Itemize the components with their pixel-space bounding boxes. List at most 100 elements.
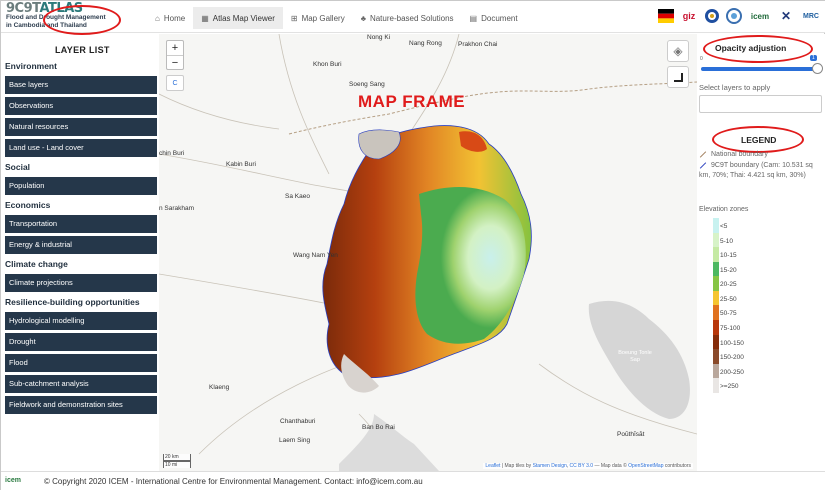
x-logo: ✕: [780, 9, 792, 23]
legend-title: LEGEND: [741, 135, 777, 145]
attribution-text: | Map tiles by: [500, 463, 533, 469]
national-boundary: [288, 81, 697, 135]
elevation-label: >=250: [720, 383, 739, 391]
layer-item-flood[interactable]: Flood: [5, 354, 157, 372]
elevation-swatch: [713, 320, 719, 335]
germany-flag-logo: [658, 9, 674, 23]
layer-item-transportation[interactable]: Transportation: [5, 215, 157, 233]
layer-item-observations[interactable]: Observations: [5, 97, 157, 115]
layers-icon[interactable]: ◈: [667, 40, 689, 62]
opacity-min-label: 0: [700, 56, 703, 62]
layer-item-base-layers[interactable]: Base layers: [5, 76, 157, 94]
elevation-label: 20-25: [720, 281, 737, 289]
legend-9c9t-boundary: 9C9T boundary (Cam: 10.531 sq km, 70%; T…: [699, 161, 823, 181]
layer-item-population[interactable]: Population: [5, 177, 157, 195]
footer-logo-text: icem: [5, 477, 21, 484]
stamen-link[interactable]: Stamen Design: [533, 463, 567, 469]
elevation-swatch: [713, 218, 719, 233]
elevation-label: 10-15: [720, 252, 737, 260]
legend-national-boundary: National boundary: [699, 150, 768, 160]
place-label: Ban Bo Rai: [362, 424, 395, 431]
elevation-swatch: [713, 276, 719, 291]
opacity-title: Opacity adjustion: [715, 43, 787, 53]
layer-item-energy-industrial[interactable]: Energy & industrial: [5, 236, 157, 254]
zoom-in-button[interactable]: +: [167, 41, 183, 55]
section-title: Social: [5, 162, 31, 172]
partner-logos: giz icem ✕ MRC: [658, 3, 822, 29]
nav-label: Nature-based Solutions: [369, 13, 454, 23]
layer-item-drought[interactable]: Drought: [5, 333, 157, 351]
layer-item-fieldwork-and-demonstration-sites[interactable]: Fieldwork and demonstration sites: [5, 396, 157, 414]
legend-label: 9C9T boundary (Cam: 10.531 sq km, 70%; T…: [699, 162, 813, 179]
annotation-ring-layer-list: [43, 5, 121, 35]
nav-label: Map Gallery: [301, 13, 345, 23]
elevation-color-bar: [713, 218, 719, 393]
layer-item-sub-catchment-analysis[interactable]: Sub-catchment analysis: [5, 375, 157, 393]
app-window: 9C9TATLAS Flood and Drought Management i…: [0, 0, 825, 491]
mrc-logo: MRC: [803, 12, 819, 20]
elevation-label: 75-100: [720, 325, 741, 333]
layer-item-hydrological-modelling[interactable]: Hydrological modelling: [5, 312, 157, 330]
elevation-labels: <5 5-10 10-15 15-20 20-25 25-50 50-75 75-100 100…: [720, 220, 744, 395]
elevation-swatch: [713, 247, 719, 262]
osm-link[interactable]: OpenStreetMap: [628, 463, 663, 469]
nav-label: Home: [163, 13, 186, 23]
elevation-swatch: [713, 334, 719, 350]
opacity-slider-track[interactable]: [701, 67, 820, 71]
circle-logo: [726, 8, 742, 24]
place-label: Poŭthĭsăt: [617, 431, 645, 438]
nav-home[interactable]: ⌂ Home: [147, 7, 193, 29]
elevation-label: <5: [720, 223, 728, 230]
place-label: Soeng Sang: [349, 81, 385, 88]
basin-elevation-lowland: [415, 187, 526, 344]
fullscreen-icon[interactable]: [667, 66, 689, 88]
map-attribution: Leaflet | Map tiles by Stamen Design, CC…: [483, 463, 693, 469]
nav-atlas-map-viewer[interactable]: ▦ Atlas Map Viewer: [193, 7, 283, 29]
elevation-label: 5-10: [720, 237, 734, 245]
scale-bar: 20 km 10 mi: [163, 454, 191, 468]
place-label: Boeung Tonle Sap: [618, 350, 652, 363]
icem-logo: icem: [750, 11, 770, 21]
footer-copyright: © Copyright 2020 ICEM - International Ce…: [44, 477, 423, 486]
attribution-text: — Map data ©: [593, 463, 629, 469]
map-small-control[interactable]: C: [166, 75, 184, 91]
section-title: Climate change: [5, 259, 68, 269]
section-title: Environment: [5, 61, 57, 71]
place-label: Nang Rong: [409, 40, 442, 47]
section-title: Resilience-building opportunities: [5, 297, 140, 307]
elevation-swatch: [713, 261, 719, 277]
nav-document[interactable]: ▤ Document: [462, 7, 526, 29]
place-label: Khon Buri: [313, 61, 342, 68]
place-label: Klaeng: [209, 384, 230, 391]
place-label: Chanthaburi: [280, 418, 316, 425]
layer-item-climate-projections[interactable]: Climate projections: [5, 274, 157, 292]
select-layers-label: Select layers to apply: [699, 83, 771, 92]
leaflet-link[interactable]: Leaflet: [485, 463, 500, 469]
opacity-max-label: 1: [810, 55, 817, 61]
legend-label: National boundary: [711, 151, 768, 158]
place-label: Sa Kaeo: [285, 193, 310, 200]
nav-label: Atlas Map Viewer: [212, 13, 275, 23]
elevation-swatch: [713, 363, 719, 379]
place-label: Prakhon Chai: [458, 41, 498, 48]
main-nav: ⌂ Home ▦ Atlas Map Viewer ⊞ Map Gallery ♣ Natur…: [147, 7, 526, 29]
layer-item-natural-resources[interactable]: Natural resources: [5, 118, 157, 136]
zoom-out-button[interactable]: −: [167, 55, 183, 69]
header: 9C9TATLAS Flood and Drought Management i…: [1, 1, 825, 33]
map-frame[interactable]: + − C ◈ Nong Ki Nang Rong Prakhon Chai K…: [159, 34, 697, 471]
nav-map-gallery[interactable]: ⊞ Map Gallery: [283, 7, 353, 29]
place-label: Kabin Buri: [226, 161, 256, 168]
boundary-line-icon: [699, 150, 707, 158]
cc-link[interactable]: CC BY 3.0: [570, 463, 594, 469]
attribution-text: contributors: [663, 463, 691, 469]
opacity-slider-handle[interactable]: [812, 63, 823, 74]
elevation-label: 50-75: [720, 310, 737, 318]
layer-sidebar: Environment Base layers Observations Natura…: [1, 34, 159, 471]
scale-mi: 10 mi: [163, 461, 191, 468]
zoom-control: + −: [166, 40, 184, 70]
select-layers-input[interactable]: [699, 95, 822, 113]
nav-nature-based-solutions[interactable]: ♣ Nature-based Solutions: [353, 7, 462, 29]
scale-km: 20 km: [163, 454, 191, 461]
layer-item-land-use-land-cover[interactable]: Land use - Land cover: [5, 139, 157, 157]
elevation-swatch: [713, 232, 719, 248]
